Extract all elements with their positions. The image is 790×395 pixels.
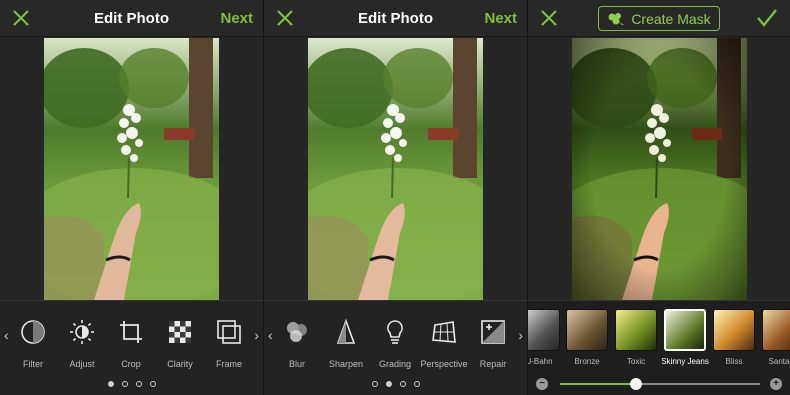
slider-fill <box>560 383 636 385</box>
edit-photo-panel-2: Edit Photo Next ‹ Blur Sharpen Grading P… <box>263 0 527 395</box>
tool-adjust[interactable]: Adjust <box>57 319 107 369</box>
check-icon[interactable] <box>756 8 778 28</box>
page-dot[interactable] <box>371 381 378 387</box>
page-dot[interactable] <box>149 381 156 387</box>
page-dot[interactable] <box>413 381 420 387</box>
tool-bar: ‹ Filter Adjust Crop Clarity Frame › <box>0 300 263 395</box>
next-button[interactable]: Next <box>220 10 253 27</box>
page-dot[interactable] <box>399 381 406 387</box>
page-indicator <box>264 381 527 387</box>
page-dot[interactable] <box>385 381 392 387</box>
page-indicator <box>0 381 263 387</box>
filter-thumb-santa[interactable] <box>762 309 790 351</box>
repair-icon <box>481 320 505 344</box>
filter-thumb-u-bahn[interactable] <box>528 309 560 351</box>
mask-brush-icon <box>608 12 625 25</box>
strength-slider[interactable]: − + <box>528 376 790 392</box>
grading-icon <box>387 320 403 344</box>
filter-thumb-bronze[interactable] <box>566 309 608 351</box>
slider-thumb[interactable] <box>630 378 642 390</box>
filter-strip: U-Bahn Bronze Toxic Skinny Jeans Bliss S… <box>528 300 790 395</box>
slider-track[interactable] <box>560 378 760 390</box>
tool-repair[interactable]: Repair <box>468 319 518 369</box>
tool-perspective[interactable]: Perspective <box>419 319 469 369</box>
chevron-right-icon[interactable]: › <box>518 327 523 343</box>
page-dot[interactable] <box>107 381 114 387</box>
blur-icon <box>287 322 307 342</box>
page-dot[interactable] <box>121 381 128 387</box>
sharpen-icon <box>336 319 356 344</box>
tool-clarity[interactable]: Clarity <box>155 319 205 369</box>
photo-canvas <box>0 38 263 300</box>
tool-bar: ‹ Blur Sharpen Grading Perspective Repai… <box>264 300 527 395</box>
frame-icon <box>217 320 241 344</box>
filter-panel: Create Mask U-Bahn Bronze Toxic Skinny J… <box>527 0 790 395</box>
tool-frame[interactable]: Frame <box>204 319 254 369</box>
top-bar: Edit Photo Next <box>264 0 527 37</box>
photo <box>308 38 483 300</box>
close-icon[interactable] <box>540 9 558 27</box>
tool-blur[interactable]: Blur <box>272 319 322 369</box>
tool-crop[interactable]: Crop <box>106 319 156 369</box>
minus-icon[interactable]: − <box>536 378 548 390</box>
photo-canvas <box>528 38 790 300</box>
page-dot[interactable] <box>135 381 142 387</box>
filter-thumb-bliss[interactable] <box>713 309 755 351</box>
next-button[interactable]: Next <box>484 10 517 27</box>
create-mask-button[interactable]: Create Mask <box>598 6 720 31</box>
filter-thumb-skinny-jeans[interactable] <box>664 309 706 351</box>
tool-grading[interactable]: Grading <box>370 319 420 369</box>
filter-label: Santa C <box>768 357 790 366</box>
adjust-icon <box>70 320 94 344</box>
filter-thumb-toxic[interactable] <box>615 309 657 351</box>
chevron-right-icon[interactable]: › <box>254 327 259 343</box>
edit-photo-panel-1: Edit Photo Next ‹ Filter Adjust Crop Cla… <box>0 0 263 395</box>
create-mask-label: Create Mask <box>631 10 711 27</box>
perspective-icon <box>432 321 456 343</box>
top-bar: Create Mask <box>528 0 790 37</box>
photo <box>44 38 219 300</box>
filter-icon <box>21 320 45 344</box>
crop-icon <box>120 321 142 343</box>
tool-sharpen[interactable]: Sharpen <box>321 319 371 369</box>
photo <box>572 38 747 300</box>
clarity-icon <box>169 321 191 343</box>
plus-icon[interactable]: + <box>770 378 782 390</box>
photo-canvas <box>264 38 527 300</box>
top-bar: Edit Photo Next <box>0 0 263 37</box>
tool-filter[interactable]: Filter <box>8 319 58 369</box>
